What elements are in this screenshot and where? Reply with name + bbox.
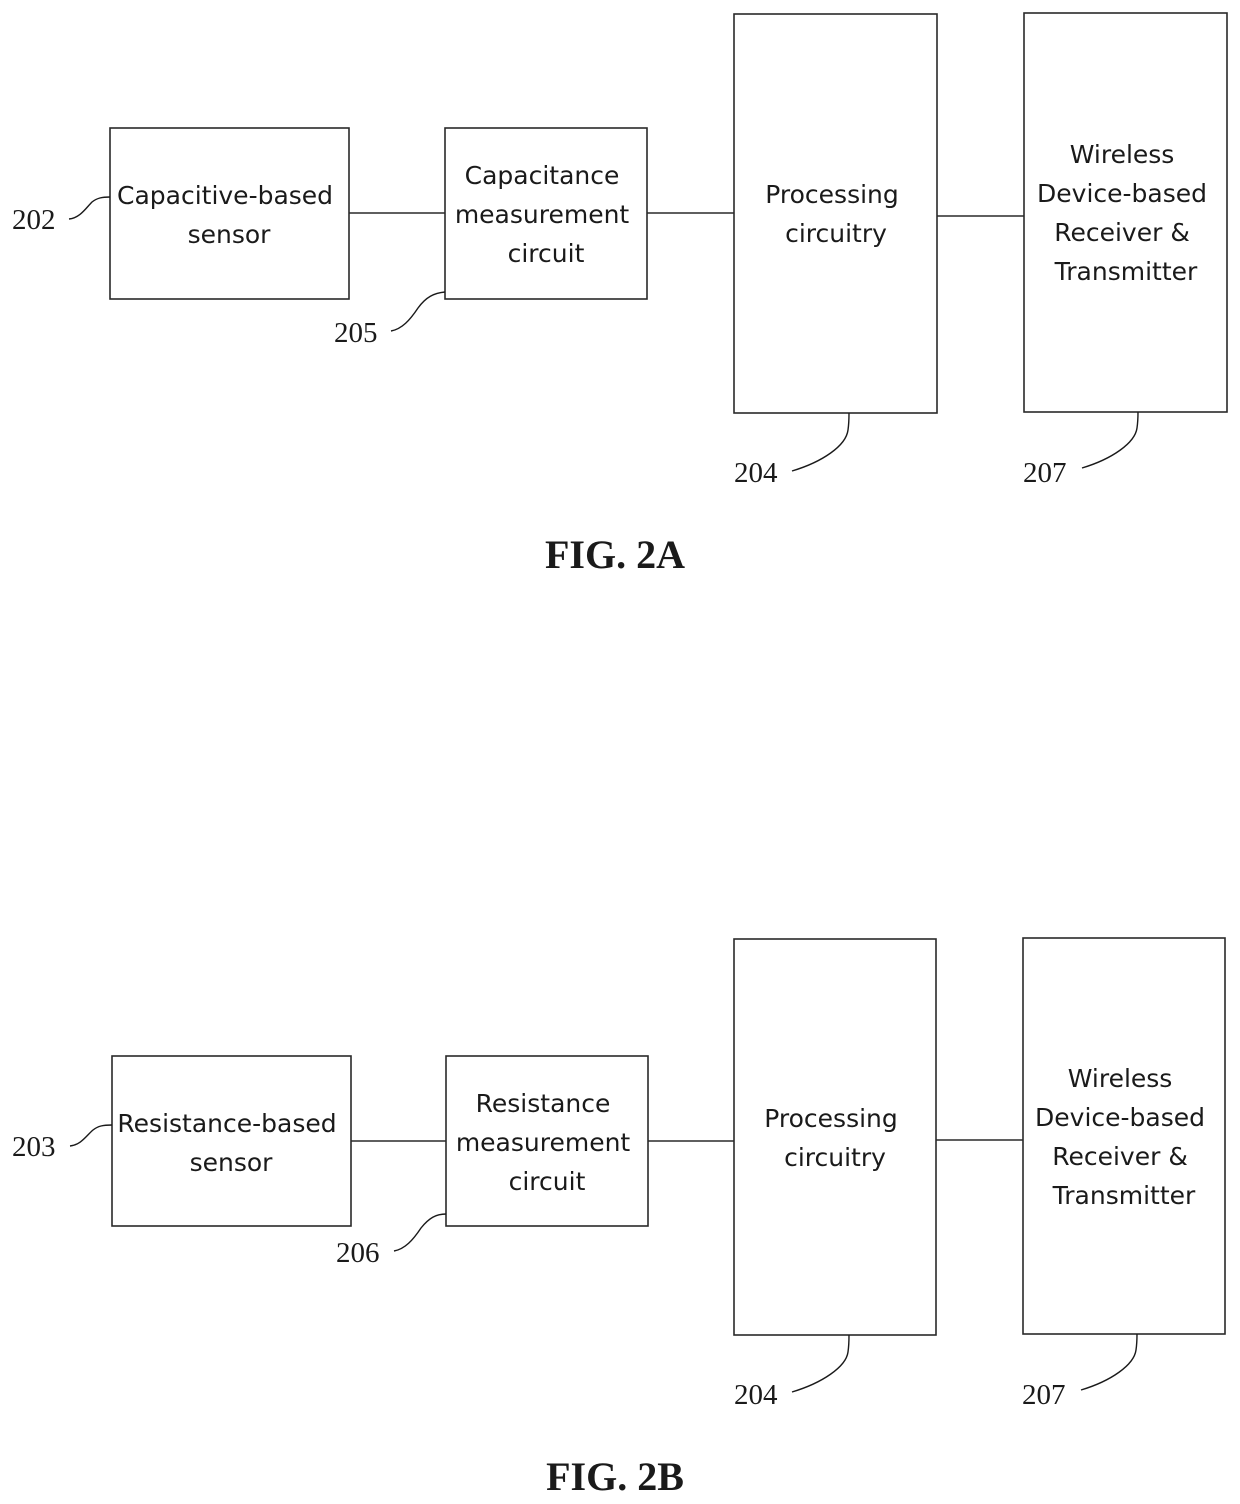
ref-204: 204	[734, 412, 850, 489]
label-line: Receiver &	[1052, 1142, 1188, 1171]
label-line: circuitry	[784, 1143, 886, 1172]
resistance-sensor-block: Resistance-based sensor	[111, 1055, 352, 1227]
label-line: sensor	[190, 1148, 274, 1177]
ref-206: 206	[336, 1213, 447, 1269]
label-line: sensor	[188, 220, 272, 249]
leader-line	[1080, 1333, 1138, 1391]
reference-numeral: 202	[12, 204, 56, 236]
leader-line	[791, 412, 850, 472]
wireless-transceiver-block: Wireless Device-based Receiver & Transmi…	[1023, 12, 1228, 413]
leader-line	[69, 1124, 113, 1147]
ref-202: 202	[12, 196, 111, 236]
ref-203: 203	[12, 1124, 113, 1163]
reference-numeral: 207	[1023, 457, 1067, 489]
label-line: Wireless	[1068, 1064, 1173, 1093]
reference-numeral: 206	[336, 1237, 380, 1269]
leader-line	[390, 291, 446, 332]
capacitance-measurement-block: Capacitance measurement circuit	[444, 127, 648, 300]
ref-204-b: 204	[734, 1334, 850, 1411]
label-line: Processing	[764, 1104, 898, 1133]
label-line: Transmitter	[1054, 257, 1198, 286]
ref-207-b: 207	[1022, 1333, 1138, 1411]
ref-207: 207	[1023, 411, 1139, 489]
label-line: measurement	[455, 200, 630, 229]
patent-figure-sheet: Capacitive-based sensor Capacitance meas…	[12, 12, 1228, 1499]
label-line: Processing	[765, 180, 899, 209]
label-line: Device-based	[1037, 179, 1207, 208]
label-line: Receiver &	[1054, 218, 1190, 247]
figure-caption: FIG. 2B	[546, 1454, 684, 1499]
processing-circuitry-block: Processing circuitry	[733, 938, 937, 1336]
leader-line	[791, 1334, 850, 1393]
processing-circuitry-box	[733, 938, 937, 1336]
figure-2a: Capacitive-based sensor Capacitance meas…	[12, 12, 1228, 577]
reference-numeral: 203	[12, 1131, 56, 1163]
capacitive-sensor-block: Capacitive-based sensor	[109, 127, 350, 300]
figure-caption: FIG. 2A	[545, 532, 685, 577]
reference-numeral: 204	[734, 1379, 778, 1411]
capacitive-sensor-box	[109, 127, 350, 300]
label-line: Capacitive-based	[117, 181, 333, 210]
leader-line	[393, 1213, 447, 1252]
reference-numeral: 204	[734, 457, 778, 489]
reference-numeral: 205	[334, 317, 378, 349]
label-line: Transmitter	[1052, 1181, 1196, 1210]
ref-205: 205	[334, 291, 446, 349]
wireless-transceiver-box	[1022, 937, 1226, 1335]
reference-numeral: 207	[1022, 1379, 1066, 1411]
label-line: circuitry	[785, 219, 887, 248]
label-line: Capacitance	[465, 161, 620, 190]
processing-circuitry-block: Processing circuitry	[733, 13, 938, 414]
processing-circuitry-box	[733, 13, 938, 414]
label-line: Resistance	[476, 1089, 611, 1118]
label-line: Device-based	[1035, 1103, 1205, 1132]
leader-line	[1081, 411, 1139, 469]
label-line: measurement	[456, 1128, 631, 1157]
label-line: Wireless	[1070, 140, 1175, 169]
label-line: circuit	[508, 239, 585, 268]
label-line: circuit	[509, 1167, 586, 1196]
label-line: Resistance-based	[117, 1109, 336, 1138]
figure-2b: Resistance-based sensor Resistance measu…	[12, 937, 1226, 1499]
resistance-sensor-box	[111, 1055, 352, 1227]
resistance-measurement-block: Resistance measurement circuit	[445, 1055, 649, 1227]
wireless-transceiver-block: Wireless Device-based Receiver & Transmi…	[1022, 937, 1226, 1335]
leader-line	[68, 196, 111, 220]
wireless-transceiver-box	[1023, 12, 1228, 413]
